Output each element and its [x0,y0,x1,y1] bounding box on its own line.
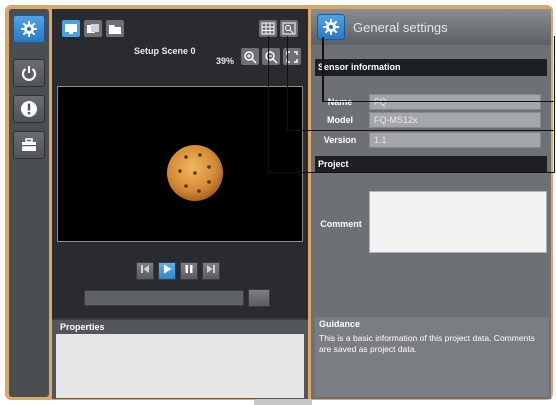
step-forward-button[interactable] [202,262,220,280]
pause-icon [183,262,195,280]
zoom-window-icon[interactable] [280,20,298,37]
monitor-icon[interactable] [62,20,80,37]
sidebar [9,9,49,397]
properties-panel: Properties [52,318,308,399]
comment-field[interactable] [369,191,547,253]
play-icon [161,262,173,280]
bottom-tab [254,399,312,405]
sidebar-item-run[interactable] [13,59,45,87]
scene-label: Setup Scene 0 [134,46,196,56]
screenshot-frame: Setup Scene 0 39% Properties General set… [0,0,556,405]
gear-icon [20,20,38,38]
properties-header: Properties [60,322,105,332]
folder-icon[interactable] [106,20,124,37]
guidance-panel: Guidance This is a basic information of … [315,317,549,397]
step-back-button[interactable] [136,262,154,280]
camera-image-view[interactable] [57,86,303,242]
seek-bar[interactable] [84,290,244,306]
cracker-image [167,145,223,201]
sidebar-item-settings[interactable] [13,15,45,43]
pause-button[interactable] [180,262,198,280]
seek-button[interactable] [248,289,270,307]
sidebar-item-tools[interactable] [13,131,45,159]
alert-icon [20,100,38,118]
power-icon [20,64,38,82]
zoom-level: 39% [216,56,235,66]
callout-line-3 [268,36,555,173]
settings-title: General settings [353,20,448,35]
play-button[interactable] [158,262,176,280]
image-list-icon[interactable] [84,20,102,37]
sidebar-item-alerts[interactable] [13,95,45,123]
grid-icon[interactable] [259,20,277,37]
toolbox-icon [20,136,38,154]
zoom-in-icon[interactable] [241,48,259,65]
comment-label: Comment [315,191,367,257]
guidance-header: Guidance [319,319,361,329]
guidance-text: This is a basic information of this proj… [319,333,535,354]
step-forward-icon [205,262,217,280]
properties-body [56,334,304,398]
step-back-icon [139,262,151,280]
